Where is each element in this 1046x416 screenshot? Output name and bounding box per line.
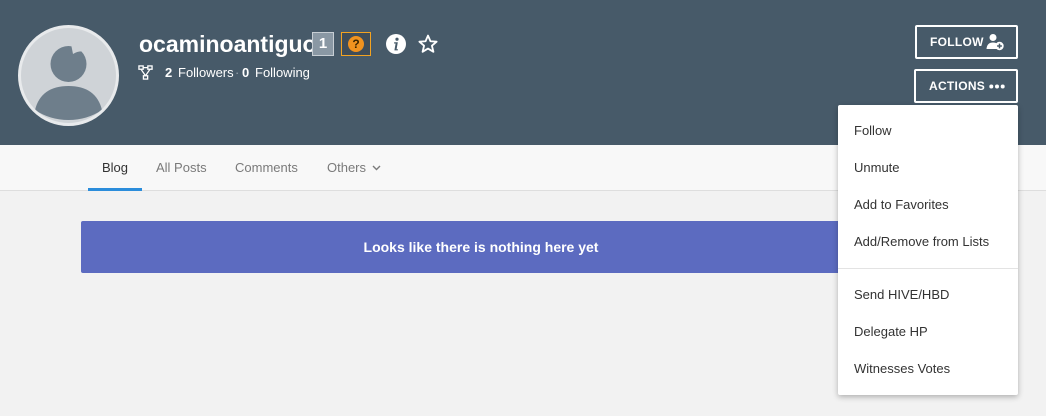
tab-others[interactable]: Others bbox=[327, 145, 381, 191]
following-count[interactable]: 0 bbox=[242, 64, 249, 82]
chevron-down-icon bbox=[372, 165, 381, 171]
menu-item-send-hive-hbd[interactable]: Send HIVE/HBD bbox=[838, 276, 1018, 313]
network-icon bbox=[138, 65, 153, 80]
avatar[interactable] bbox=[18, 25, 119, 126]
menu-item-add-remove-lists[interactable]: Add/Remove from Lists bbox=[838, 223, 1018, 260]
profile-username: ocaminoantiguo bbox=[139, 31, 317, 57]
followers-count[interactable]: 2 bbox=[165, 64, 172, 82]
stats-separator: · bbox=[235, 65, 240, 80]
follow-button[interactable]: FOLLOW bbox=[915, 25, 1018, 59]
tab-blog[interactable]: Blog bbox=[88, 145, 142, 191]
menu-item-follow[interactable]: Follow bbox=[838, 112, 1018, 149]
question-icon: ? bbox=[348, 36, 364, 52]
menu-item-add-to-favorites[interactable]: Add to Favorites bbox=[838, 186, 1018, 223]
actions-button[interactable]: ACTIONS bbox=[914, 69, 1018, 103]
reputation-badge: 1 bbox=[312, 32, 334, 56]
empty-state-banner: Looks like there is nothing here yet bbox=[81, 221, 881, 273]
help-badge[interactable]: ? bbox=[341, 32, 371, 56]
follow-button-label: FOLLOW bbox=[930, 35, 984, 49]
actions-dropdown-menu: Follow Unmute Add to Favorites Add/Remov… bbox=[838, 105, 1018, 395]
actions-button-label: ACTIONS bbox=[929, 79, 986, 93]
followers-link[interactable]: Followers bbox=[178, 64, 234, 82]
following-link[interactable]: Following bbox=[255, 64, 310, 82]
default-avatar-icon bbox=[35, 43, 102, 120]
active-tab-indicator bbox=[88, 188, 142, 191]
star-outline-icon[interactable] bbox=[417, 33, 439, 55]
tab-others-label: Others bbox=[327, 160, 367, 175]
tab-all-posts[interactable]: All Posts bbox=[156, 145, 207, 191]
menu-item-delegate-hp[interactable]: Delegate HP bbox=[838, 313, 1018, 350]
person-add-icon bbox=[986, 34, 1004, 51]
tab-comments[interactable]: Comments bbox=[235, 145, 298, 191]
menu-item-witnesses-votes[interactable]: Witnesses Votes bbox=[838, 350, 1018, 387]
menu-divider bbox=[838, 268, 1018, 269]
more-horiz-icon bbox=[989, 84, 1005, 89]
info-circle-icon[interactable] bbox=[385, 33, 407, 55]
menu-item-unmute[interactable]: Unmute bbox=[838, 149, 1018, 186]
